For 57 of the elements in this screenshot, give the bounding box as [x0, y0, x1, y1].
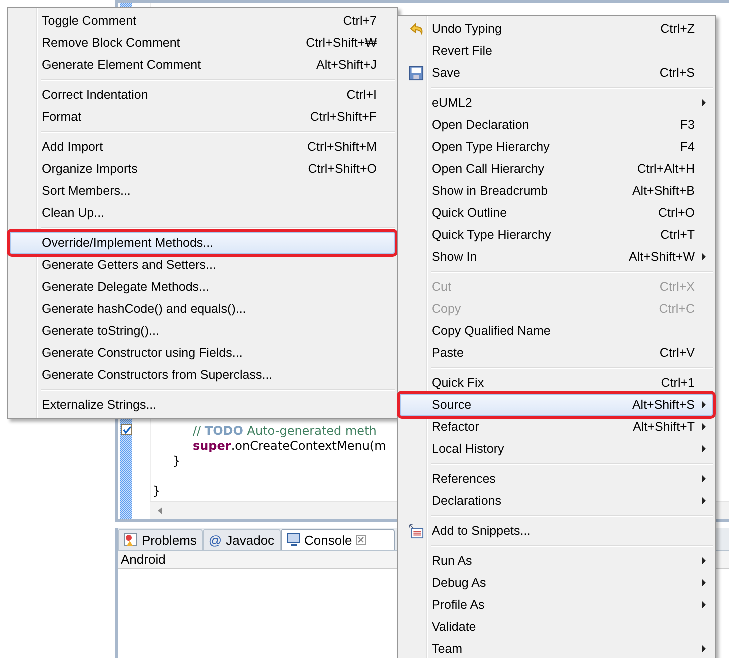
monitor-icon: [286, 533, 301, 547]
save-icon: [409, 66, 424, 80]
problems-icon: [124, 533, 138, 547]
menu-item[interactable]: Profile As: [400, 594, 713, 616]
menu-item[interactable]: Quick Fix Ctrl+1: [400, 372, 713, 394]
close-icon[interactable]: [356, 535, 366, 545]
menu-item[interactable]: Externalize Strings...: [10, 394, 395, 416]
menu-item[interactable]: Organize Imports Ctrl+Shift+O: [10, 158, 395, 180]
undo-arrow-icon: [408, 21, 424, 37]
scroll-left-icon[interactable]: [158, 506, 163, 514]
code-line: }: [173, 454, 181, 468]
menu-item[interactable]: Sort Members...: [10, 180, 395, 202]
menu-item[interactable]: Local History: [400, 438, 713, 460]
menu-item[interactable]: Format Ctrl+Shift+F: [10, 106, 395, 128]
console-name: Android: [121, 552, 166, 567]
menu-item[interactable]: Quick Type Hierarchy Ctrl+T: [400, 224, 713, 246]
menu-item[interactable]: Open Type Hierarchy F4: [400, 136, 713, 158]
menu-item[interactable]: Generate Element Comment Alt+Shift+J: [10, 54, 395, 76]
menu-item[interactable]: Show in Breadcrumb Alt+Shift+B: [400, 180, 713, 202]
code-line: // TODO Auto-generated meth: [193, 424, 377, 438]
menu-item[interactable]: Clean Up...: [10, 202, 395, 224]
menu-item[interactable]: Add to Snippets...: [400, 520, 713, 542]
menu-item[interactable]: Run As: [400, 550, 713, 572]
menu-item[interactable]: Generate hashCode() and equals()...: [10, 298, 395, 320]
menu-item[interactable]: Remove Block Comment Ctrl+Shift+₩: [10, 32, 395, 54]
menu-item[interactable]: Override/Implement Methods...: [10, 232, 395, 254]
snippet-icon: [409, 524, 424, 538]
menu-item[interactable]: Debug As: [400, 572, 713, 594]
menu-item[interactable]: Open Call Hierarchy Ctrl+Alt+H: [400, 158, 713, 180]
panel-tab[interactable]: Problems: [118, 529, 203, 550]
menu-item[interactable]: Declarations: [400, 490, 713, 512]
menu-item[interactable]: Undo Typing Ctrl+Z: [400, 18, 713, 40]
menu-item[interactable]: Source Alt+Shift+S: [400, 394, 713, 416]
menu-item[interactable]: eUML2: [400, 92, 713, 114]
menu-item[interactable]: Copy Qualified Name: [400, 320, 713, 342]
menu-item[interactable]: Generate Constructor using Fields...: [10, 342, 395, 364]
menu-item[interactable]: Generate toString()...: [10, 320, 395, 342]
menu-item[interactable]: Quick Outline Ctrl+O: [400, 202, 713, 224]
code-line: }: [153, 484, 161, 498]
panel-tab[interactable]: Console: [280, 529, 396, 550]
menu-item[interactable]: Validate: [400, 616, 713, 638]
menu-item[interactable]: Refactor Alt+Shift+T: [400, 416, 713, 438]
menu-item[interactable]: Revert File: [400, 40, 713, 62]
code-line: super.onCreateContextMenu(m: [193, 438, 386, 452]
menu-item[interactable]: Generate Getters and Setters...: [10, 254, 395, 276]
menu-item[interactable]: Team: [400, 638, 713, 658]
menu-item[interactable]: Generate Delegate Methods...: [10, 276, 395, 298]
menu-item[interactable]: Correct Indentation Ctrl+I: [10, 84, 395, 106]
menu-item[interactable]: Add Import Ctrl+Shift+M: [10, 136, 395, 158]
menu-item[interactable]: Toggle Comment Ctrl+7: [10, 10, 395, 32]
menu-item[interactable]: Generate Constructors from Superclass...: [10, 364, 395, 386]
menu-item[interactable]: Save Ctrl+S: [400, 62, 713, 84]
panel-tab[interactable]: @ Javadoc: [202, 529, 281, 550]
menu-item[interactable]: Show In Alt+Shift+W: [400, 246, 713, 268]
menu-item[interactable]: Paste Ctrl+V: [400, 342, 713, 364]
menu-item[interactable]: References: [400, 468, 713, 490]
menu-item[interactable]: Open Declaration F3: [400, 114, 713, 136]
